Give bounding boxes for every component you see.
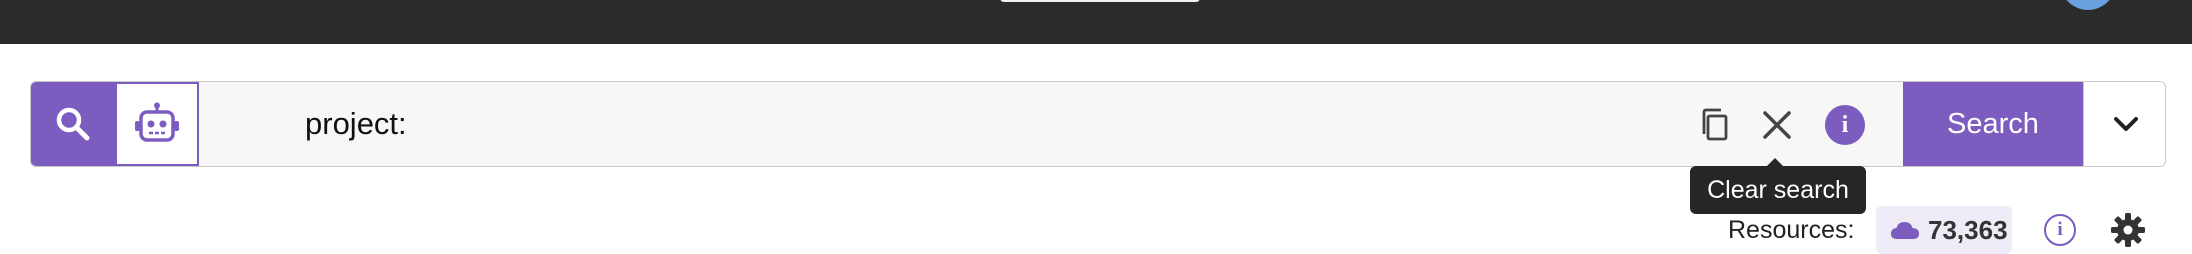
resources-label: Resources: xyxy=(1728,216,1855,244)
settings-button[interactable] xyxy=(2110,212,2146,248)
close-icon xyxy=(1763,111,1791,139)
clear-search-tooltip: Clear search xyxy=(1690,158,1866,214)
search-options-dropdown[interactable] xyxy=(2083,82,2165,166)
ai-mode-button[interactable] xyxy=(115,82,199,166)
resources-count: 73,363 xyxy=(1928,214,2008,245)
gear-icon xyxy=(2111,213,2145,247)
search-bar: i Search xyxy=(30,81,2166,167)
top-navigation-bar xyxy=(0,0,2192,44)
cloud-icon xyxy=(1891,222,1919,239)
resources-info-icon[interactable]: i xyxy=(2044,214,2076,246)
clear-search-button[interactable] xyxy=(1755,103,1799,147)
copy-query-button[interactable] xyxy=(1693,103,1737,147)
search-icon xyxy=(56,107,90,141)
user-avatar[interactable] xyxy=(2060,0,2116,10)
chevron-down-icon xyxy=(2113,117,2138,131)
copy-icon xyxy=(1702,108,1728,141)
resources-count-badge[interactable]: 73,363 xyxy=(1876,206,2012,254)
search-mode-button[interactable] xyxy=(31,82,115,166)
info-icon: i xyxy=(1825,105,1865,145)
search-button[interactable]: Search xyxy=(1903,82,2083,166)
tooltip-arrow xyxy=(1766,158,1784,167)
topbar-tab-indicator[interactable] xyxy=(1000,0,1200,2)
search-info-button[interactable]: i xyxy=(1823,103,1867,147)
tooltip-text: Clear search xyxy=(1707,175,1849,204)
robot-icon xyxy=(135,102,179,142)
search-input[interactable] xyxy=(199,82,1719,166)
search-button-label: Search xyxy=(1947,107,2039,140)
